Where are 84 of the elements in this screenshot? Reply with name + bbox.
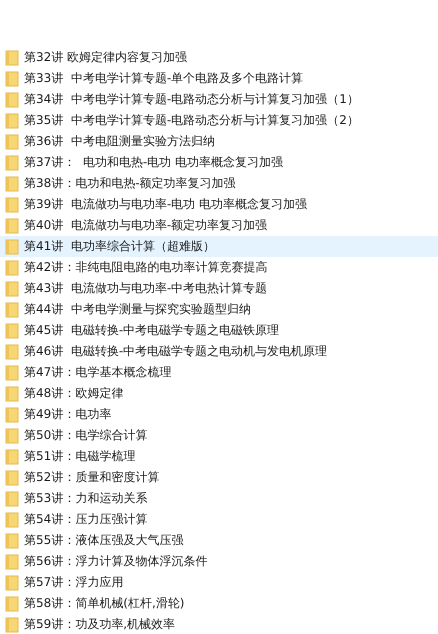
folder-name: 第53讲：力和运动关系	[24, 490, 148, 507]
folder-name: 第32讲 欧姆定律内容复习加强	[24, 49, 188, 66]
folder-icon	[5, 260, 19, 276]
folder-row[interactable]: 第54讲：压力压强计算	[0, 509, 438, 530]
folder-name: 第48讲：欧姆定律	[24, 385, 124, 402]
folder-row[interactable]: 第33讲 中考电学计算专题-单个电路及多个电路计算	[0, 68, 438, 89]
folder-row[interactable]: 第53讲：力和运动关系	[0, 488, 438, 509]
folder-icon	[5, 302, 19, 318]
folder-icon	[5, 386, 19, 402]
folder-name: 第46讲 电磁转换-中考电磁学专题之电动机与发电机原理	[24, 343, 328, 360]
folder-icon	[5, 364, 19, 380]
folder-row[interactable]: 第37讲： 电功和电热-电功 电功率概念复习加强	[0, 152, 438, 173]
folder-row[interactable]: 第43讲 电流做功与电功率-中考电热计算专题	[0, 278, 438, 299]
folder-icon	[5, 574, 19, 590]
folder-icon	[5, 532, 19, 548]
folder-row[interactable]: 第46讲 电磁转换-中考电磁学专题之电动机与发电机原理	[0, 341, 438, 362]
folder-row[interactable]: 第58讲：简单机械(杠杆,滑轮)	[0, 593, 438, 614]
folder-icon	[5, 448, 19, 464]
folder-name: 第44讲 中考电学测量与探究实验题型归纳	[24, 301, 251, 318]
folder-icon	[5, 92, 19, 108]
folder-icon	[5, 218, 19, 234]
folder-icon	[5, 176, 19, 192]
folder-icon	[5, 238, 19, 254]
folder-icon	[5, 280, 19, 296]
folder-row[interactable]: 第45讲 电磁转换-中考电磁学专题之电磁铁原理	[0, 320, 438, 341]
folder-icon	[5, 490, 19, 506]
folder-name: 第57讲：浮力应用	[24, 574, 124, 591]
folder-name: 第41讲 电功率综合计算（超难版）	[24, 238, 215, 255]
folder-icon	[5, 134, 19, 150]
folder-row[interactable]: 第47讲：电学基本概念梳理	[0, 362, 438, 383]
folder-name: 第47讲：电学基本概念梳理	[24, 364, 172, 381]
folder-name: 第52讲：质量和密度计算	[24, 469, 160, 486]
folder-row[interactable]: 第42讲：非纯电阻电路的电功率计算竞赛提高	[0, 257, 438, 278]
folder-row[interactable]: 第51讲：电磁学梳理	[0, 446, 438, 467]
folder-name: 第37讲： 电功和电热-电功 电功率概念复习加强	[24, 154, 284, 171]
folder-row[interactable]: 第44讲 中考电学测量与探究实验题型归纳	[0, 299, 438, 320]
folder-row[interactable]: 第59讲：功及功率,机械效率	[0, 614, 438, 634]
folder-name: 第38讲：电功和电热-额定功率复习加强	[24, 175, 236, 192]
folder-row[interactable]: 第48讲：欧姆定律	[0, 383, 438, 404]
folder-name: 第56讲：浮力计算及物体浮沉条件	[24, 553, 208, 570]
folder-icon	[5, 154, 19, 170]
folder-icon	[5, 616, 19, 632]
folder-icon	[5, 406, 19, 422]
folder-name: 第50讲：电学综合计算	[24, 427, 148, 444]
folder-name: 第33讲 中考电学计算专题-单个电路及多个电路计算	[24, 70, 304, 87]
folder-name: 第39讲 电流做功与电功率-电功 电功率概念复习加强	[24, 196, 308, 213]
folder-name: 第34讲 中考电学计算专题-电路动态分析与计算复习加强（1）	[24, 91, 359, 108]
folder-icon	[5, 470, 19, 486]
folder-row[interactable]: 第52讲：质量和密度计算	[0, 467, 438, 488]
folder-row[interactable]: 第55讲：液体压强及大气压强	[0, 530, 438, 551]
folder-icon	[5, 428, 19, 444]
folder-row[interactable]: 第35讲 中考电学计算专题-电路动态分析与计算复习加强（2）	[0, 110, 438, 131]
folder-row[interactable]: 第57讲：浮力应用	[0, 572, 438, 593]
folder-name: 第54讲：压力压强计算	[24, 511, 148, 528]
folder-name: 第42讲：非纯电阻电路的电功率计算竞赛提高	[24, 259, 268, 276]
folder-name: 第36讲 中考电阻测量实验方法归纳	[24, 133, 215, 150]
folder-icon	[5, 554, 19, 570]
folder-icon	[5, 70, 19, 86]
folder-row[interactable]: 第41讲 电功率综合计算（超难版）	[0, 236, 438, 257]
folder-icon	[5, 112, 19, 128]
folder-icon	[5, 196, 19, 212]
folder-icon	[5, 512, 19, 528]
folder-name: 第35讲 中考电学计算专题-电路动态分析与计算复习加强（2）	[24, 112, 359, 129]
folder-icon	[5, 596, 19, 612]
folder-name: 第40讲 电流做功与电功率-额定功率复习加强	[24, 217, 268, 234]
folder-name: 第58讲：简单机械(杠杆,滑轮)	[24, 595, 184, 612]
folder-name: 第43讲 电流做功与电功率-中考电热计算专题	[24, 280, 268, 297]
folder-row[interactable]: 第36讲 中考电阻测量实验方法归纳	[0, 131, 438, 152]
folder-icon	[5, 50, 19, 66]
folder-name: 第49讲：电功率	[24, 406, 112, 423]
folder-row[interactable]: 第49讲：电功率	[0, 404, 438, 425]
folder-row[interactable]: 第32讲 欧姆定律内容复习加强	[0, 47, 438, 68]
folder-name: 第45讲 电磁转换-中考电磁学专题之电磁铁原理	[24, 322, 280, 339]
folder-name: 第55讲：液体压强及大气压强	[24, 532, 184, 549]
folder-row[interactable]: 第39讲 电流做功与电功率-电功 电功率概念复习加强	[0, 194, 438, 215]
folder-row[interactable]: 第34讲 中考电学计算专题-电路动态分析与计算复习加强（1）	[0, 89, 438, 110]
folder-row[interactable]: 第56讲：浮力计算及物体浮沉条件	[0, 551, 438, 572]
folder-name: 第51讲：电磁学梳理	[24, 448, 136, 465]
folder-row[interactable]: 第38讲：电功和电热-额定功率复习加强	[0, 173, 438, 194]
folder-icon	[5, 322, 19, 338]
folder-row[interactable]: 第40讲 电流做功与电功率-额定功率复习加强	[0, 215, 438, 236]
folder-icon	[5, 344, 19, 360]
folder-row[interactable]: 第50讲：电学综合计算	[0, 425, 438, 446]
folder-name: 第59讲：功及功率,机械效率	[24, 616, 176, 633]
